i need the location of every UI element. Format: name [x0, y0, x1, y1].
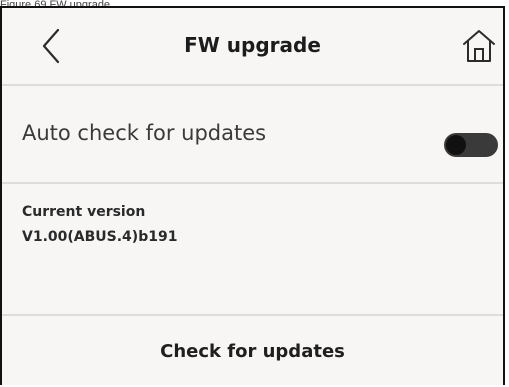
toggle-knob [446, 135, 466, 155]
check-for-updates-button[interactable]: Check for updates [2, 316, 503, 387]
auto-check-toggle[interactable] [444, 133, 498, 157]
current-version-value: V1.00(ABUS.4)b191 [22, 229, 178, 245]
auto-check-row: Auto check for updates [2, 86, 503, 184]
auto-check-label: Auto check for updates [22, 121, 267, 145]
current-version-section: Current version V1.00(ABUS.4)b191 [2, 184, 503, 316]
chevron-left-icon [42, 28, 60, 64]
back-button[interactable] [36, 26, 66, 66]
current-version-label: Current version [22, 204, 146, 220]
header-bar: FW upgrade [2, 8, 503, 86]
fw-upgrade-screen: FW upgrade Auto check for updates Curren… [0, 6, 505, 385]
home-icon [463, 30, 495, 62]
page-title: FW upgrade [184, 33, 321, 57]
home-button[interactable] [461, 28, 497, 64]
